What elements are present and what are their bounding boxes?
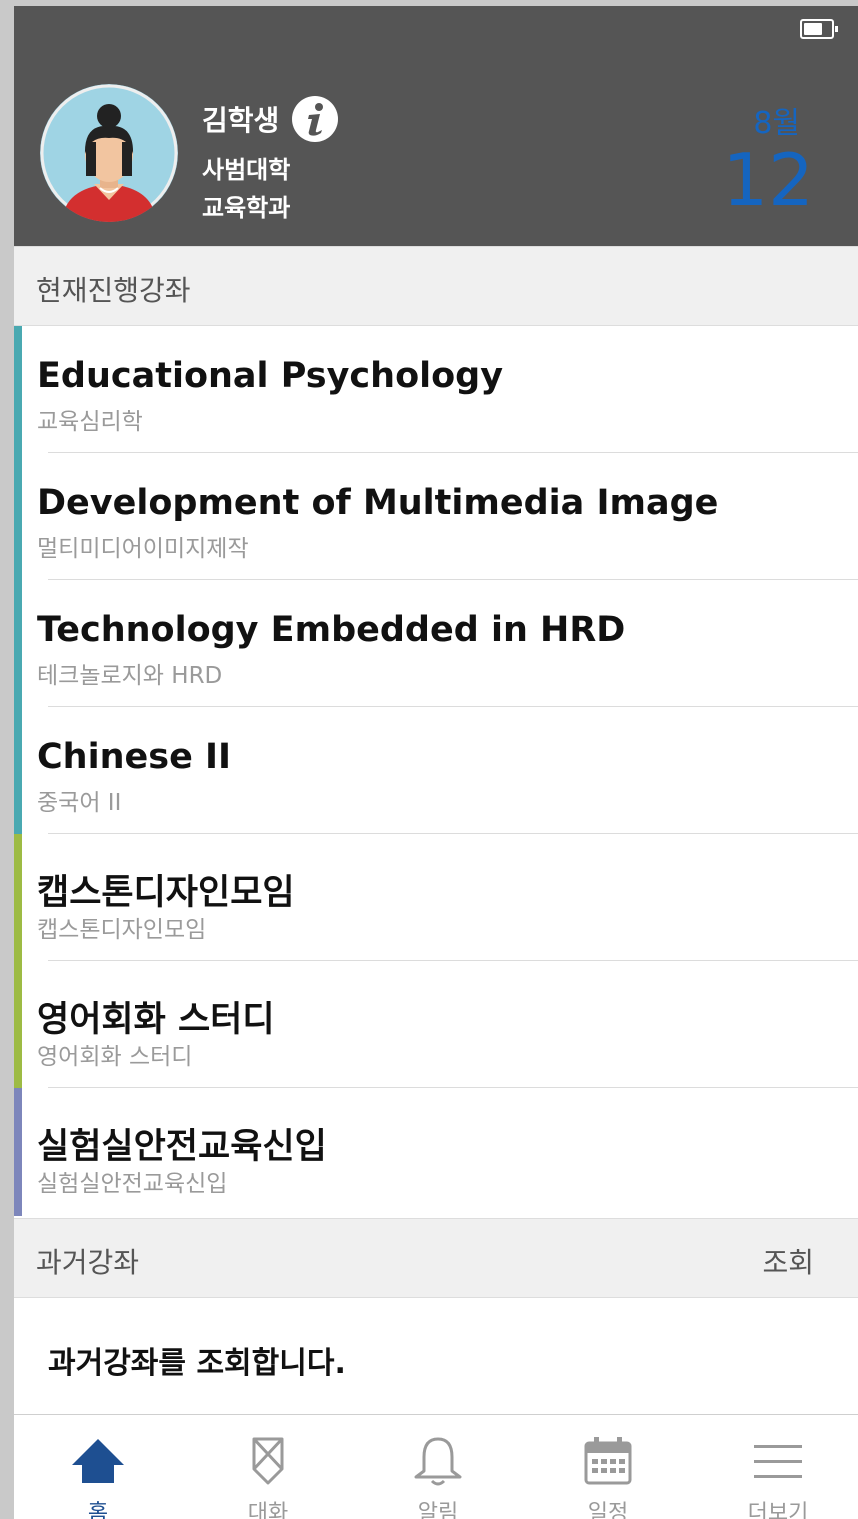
- tab-notifications[interactable]: 알림: [368, 1415, 508, 1519]
- course-subtitle: 영어회화 스터디: [37, 1044, 193, 1070]
- course-item[interactable]: 영어회화 스터디 영어회화 스터디: [14, 961, 858, 1089]
- avatar-illustration-icon: [40, 84, 178, 222]
- course-subtitle: 실험실안전교육신입: [37, 1171, 228, 1197]
- bell-icon: [414, 1437, 462, 1486]
- past-courses-message: 과거강좌를 조회합니다.: [48, 1346, 346, 1381]
- course-item[interactable]: Technology Embedded in HRD 테크놀로지와 HRD: [14, 580, 858, 708]
- past-courses-view-button[interactable]: 조회: [762, 1241, 814, 1281]
- course-item[interactable]: Educational Psychology 교육심리학: [14, 326, 858, 454]
- past-courses-title: 과거강좌: [36, 1246, 140, 1279]
- menu-icon: [754, 1445, 802, 1478]
- course-color-bar: [14, 707, 22, 835]
- course-item[interactable]: Chinese II 중국어 II: [14, 707, 858, 835]
- app-screen: 김학생 사범대학 교육학과 8월 12 현재진행강좌 Educational P…: [14, 6, 858, 1519]
- tab-schedule[interactable]: 일정: [538, 1415, 678, 1519]
- home-icon: [72, 1439, 124, 1483]
- course-subtitle: 교육심리학: [37, 409, 143, 435]
- profile-name: 김학생: [202, 104, 280, 137]
- tab-home[interactable]: 홈: [28, 1415, 168, 1519]
- tab-label: 홈: [87, 1501, 109, 1519]
- course-subtitle: 중국어 II: [37, 790, 122, 816]
- tab-chat[interactable]: 대화: [198, 1415, 338, 1519]
- date-day: 12: [722, 138, 814, 222]
- profile-college: 사범대학: [202, 156, 291, 184]
- past-courses-body[interactable]: 과거강좌를 조회합니다.: [14, 1298, 858, 1414]
- course-color-bar: [14, 961, 22, 1089]
- course-color-bar: [14, 1088, 22, 1216]
- course-list: Educational Psychology 교육심리학 Development…: [14, 326, 858, 1216]
- info-icon[interactable]: [291, 95, 339, 143]
- profile-department: 교육학과: [202, 194, 291, 222]
- course-title: Educational Psychology: [37, 356, 504, 396]
- tab-label: 대화: [247, 1501, 289, 1519]
- course-subtitle: 멀티미디어이미지제작: [37, 536, 249, 562]
- calendar-icon: [584, 1437, 632, 1485]
- course-title: Technology Embedded in HRD: [37, 610, 626, 650]
- date-month: 8월: [753, 106, 800, 141]
- battery-icon: [800, 19, 838, 39]
- course-subtitle: 캡스톤디자인모임: [37, 917, 207, 943]
- course-title: 캡스톤디자인모임: [37, 873, 295, 913]
- tab-more[interactable]: 더보기: [708, 1415, 848, 1519]
- course-title: 실험실안전교육신입: [37, 1127, 327, 1167]
- course-color-bar: [14, 834, 22, 962]
- profile-header: 김학생 사범대학 교육학과 8월 12: [14, 6, 858, 246]
- course-item[interactable]: Development of Multimedia Image 멀티미디어이미지…: [14, 453, 858, 581]
- bottom-tab-bar: 홈 대화 알림 일정 더보기: [14, 1414, 858, 1519]
- current-courses-title: 현재진행강좌: [36, 274, 191, 307]
- course-title: Development of Multimedia Image: [37, 483, 719, 523]
- course-item[interactable]: 캡스톤디자인모임 캡스톤디자인모임: [14, 834, 858, 962]
- course-color-bar: [14, 326, 22, 454]
- tab-label: 일정: [587, 1501, 629, 1519]
- course-color-bar: [14, 580, 22, 708]
- course-color-bar: [14, 453, 22, 581]
- course-title: Chinese II: [37, 737, 232, 777]
- chat-icon: [252, 1437, 284, 1485]
- avatar[interactable]: [40, 84, 178, 222]
- course-item[interactable]: 실험실안전교육신입 실험실안전교육신입: [14, 1088, 858, 1216]
- course-subtitle: 테크놀로지와 HRD: [37, 663, 223, 689]
- tab-label: 알림: [417, 1501, 459, 1519]
- course-title: 영어회화 스터디: [37, 1000, 275, 1040]
- past-courses-header: 과거강좌 조회: [14, 1218, 858, 1298]
- tab-label: 더보기: [747, 1501, 809, 1519]
- current-courses-header: 현재진행강좌: [14, 246, 858, 326]
